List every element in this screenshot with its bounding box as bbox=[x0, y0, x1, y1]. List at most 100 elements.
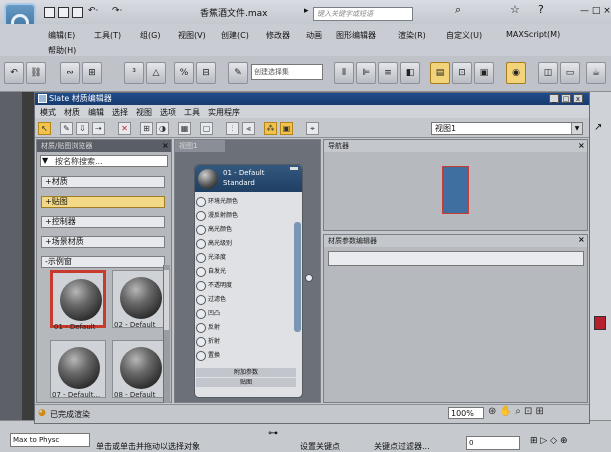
socket-icon[interactable] bbox=[196, 309, 206, 319]
layout-vertical-icon[interactable]: ⫶ bbox=[226, 122, 239, 135]
menu-rendering[interactable]: 渲染(R) bbox=[398, 30, 426, 41]
slot-self-illumination[interactable]: 自发光 bbox=[196, 266, 293, 277]
align-button[interactable]: ⊫ bbox=[356, 62, 376, 84]
slot-specular-color[interactable]: 高光颜色 bbox=[196, 224, 293, 235]
view-tab[interactable]: 视图1 bbox=[175, 140, 225, 152]
schematic-view-button[interactable]: ⊡ bbox=[452, 62, 472, 84]
selection-filter-button[interactable]: ⊞ bbox=[82, 62, 102, 84]
zoom-field[interactable]: 100% bbox=[448, 407, 484, 419]
move-children-icon[interactable]: ⊞ bbox=[140, 122, 153, 135]
category-controllers[interactable]: +控制器 bbox=[41, 216, 165, 228]
slot-reflection[interactable]: 反射 bbox=[196, 322, 293, 333]
sample-slot-08[interactable]: 08 - Default bbox=[112, 340, 168, 399]
key-filters-button[interactable]: 关键点过滤器... bbox=[374, 441, 430, 452]
slate-menu-utilities[interactable]: 实用程序 bbox=[208, 107, 240, 118]
sample-slot-01[interactable]: 01 - Default bbox=[50, 270, 106, 331]
socket-icon[interactable] bbox=[196, 197, 206, 207]
parameter-editor-icon[interactable]: ▣ bbox=[280, 122, 293, 135]
slate-menu-options[interactable]: 选项 bbox=[160, 107, 176, 118]
socket-icon[interactable] bbox=[196, 253, 206, 263]
new-file-icon[interactable] bbox=[44, 7, 55, 18]
category-maps[interactable]: +贴图 bbox=[41, 196, 165, 208]
slot-glossiness[interactable]: 光泽度 bbox=[196, 252, 293, 263]
assign-material-icon[interactable]: ⇢ bbox=[92, 122, 105, 135]
menu-animation[interactable]: 动画 bbox=[306, 30, 322, 41]
search-dropdown-icon[interactable]: ▼ bbox=[42, 156, 52, 166]
slot-diffuse[interactable]: 漫反射颜色 bbox=[196, 210, 293, 221]
slate-menu-select[interactable]: 选择 bbox=[112, 107, 128, 118]
binoculars-icon[interactable]: ⌕ bbox=[455, 3, 461, 17]
sample-slot-02[interactable]: 02 - Default bbox=[112, 270, 168, 329]
socket-icon[interactable] bbox=[196, 295, 206, 305]
navigator-viewport[interactable] bbox=[442, 166, 469, 214]
redo-icon[interactable]: ↷· bbox=[112, 6, 122, 16]
playback-controls[interactable]: ⊞ ▷ ◇ ⊕ bbox=[530, 436, 568, 446]
slot-bump[interactable]: 凹凸 bbox=[196, 308, 293, 319]
chevron-down-icon[interactable]: ▼ bbox=[571, 123, 582, 134]
star-icon[interactable]: ☆ bbox=[510, 3, 520, 16]
navigator-close-icon[interactable]: × bbox=[578, 141, 585, 150]
set-key-button[interactable]: 设置关键点 bbox=[300, 441, 340, 452]
named-selection-set-dropdown[interactable]: 创建选择集 bbox=[251, 64, 323, 80]
parameter-editor-close-icon[interactable]: × bbox=[578, 235, 585, 244]
material-editor-button[interactable]: ▣ bbox=[474, 62, 494, 84]
material-map-navigator-icon[interactable]: ⁂ bbox=[264, 122, 277, 135]
menu-customize[interactable]: 自定义(U) bbox=[446, 30, 482, 41]
snap-toggle-button[interactable]: ³ bbox=[124, 62, 144, 84]
rendered-frame-window-button[interactable]: ◫ bbox=[538, 62, 558, 84]
layer-manager-button[interactable]: ≡ bbox=[378, 62, 398, 84]
slot-opacity[interactable]: 不透明度 bbox=[196, 280, 293, 291]
curve-editor-button[interactable]: ▤ bbox=[430, 62, 450, 84]
window-controls[interactable]: — □ × bbox=[580, 6, 611, 16]
backlight-icon[interactable]: ▢ bbox=[200, 122, 213, 135]
color-swatch[interactable] bbox=[594, 316, 606, 330]
put-material-icon[interactable]: ⇩ bbox=[76, 122, 89, 135]
teapot-render-button[interactable]: ☕ bbox=[586, 62, 606, 84]
category-materials[interactable]: +材质 bbox=[41, 176, 165, 188]
menu-group[interactable]: 组(G) bbox=[140, 30, 160, 41]
edit-named-selection-button[interactable]: ✎ bbox=[228, 62, 248, 84]
slate-menu-material[interactable]: 材质 bbox=[64, 107, 80, 118]
spinner-snap-button[interactable]: ⊟ bbox=[196, 62, 216, 84]
slate-menu-tools[interactable]: 工具 bbox=[184, 107, 200, 118]
navigation-tools[interactable]: ⊛ ✋ ⌕ ⊡ ⊞ bbox=[488, 406, 544, 417]
menu-tools[interactable]: 工具(T) bbox=[94, 30, 121, 41]
pin-icon[interactable]: ↗ bbox=[594, 122, 608, 136]
menu-modifiers[interactable]: 修改器 bbox=[266, 30, 290, 41]
menu-maxscript[interactable]: MAXScript(M) bbox=[506, 30, 560, 39]
browser-search-input[interactable]: 按名称搜索... bbox=[40, 155, 168, 167]
menu-view[interactable]: 视图(V) bbox=[178, 30, 206, 41]
socket-icon[interactable] bbox=[196, 225, 206, 235]
slot-ambient[interactable]: 环境光颜色 bbox=[196, 196, 293, 207]
socket-icon[interactable] bbox=[196, 211, 206, 221]
save-file-icon[interactable] bbox=[72, 7, 83, 18]
socket-icon[interactable] bbox=[196, 239, 206, 249]
undo-icon[interactable]: ↶· bbox=[88, 6, 98, 16]
percent-snap-button[interactable]: % bbox=[174, 62, 194, 84]
menu-graph-editors[interactable]: 图形编辑器 bbox=[336, 30, 376, 41]
category-scene-materials[interactable]: +场景材质 bbox=[41, 236, 165, 248]
slot-specular-level[interactable]: 高光级别 bbox=[196, 238, 293, 249]
key-icon[interactable]: ⊶ bbox=[268, 428, 278, 439]
slate-menu-mode[interactable]: 模式 bbox=[40, 107, 56, 118]
select-tool-icon[interactable]: ↖ bbox=[38, 122, 51, 135]
maxscript-listener[interactable]: Max to Physc bbox=[10, 433, 90, 447]
pick-material-icon[interactable]: ✎ bbox=[60, 122, 73, 135]
socket-icon[interactable] bbox=[196, 323, 206, 333]
select-link-button[interactable]: ⛓ bbox=[26, 62, 46, 84]
background-icon[interactable]: ▦ bbox=[178, 122, 191, 135]
frame-field[interactable]: 0 bbox=[466, 436, 520, 450]
socket-icon[interactable] bbox=[196, 281, 206, 291]
minimize-button[interactable]: _ bbox=[549, 94, 559, 103]
parameter-name-field[interactable] bbox=[328, 251, 584, 266]
open-file-icon[interactable] bbox=[58, 7, 69, 18]
close-button[interactable]: x bbox=[573, 94, 583, 103]
search-input[interactable]: 键入关键字或短语 bbox=[313, 7, 413, 21]
menu-edit[interactable]: 编辑(E) bbox=[48, 30, 75, 41]
sample-slot-07[interactable]: 07 - Default... bbox=[50, 340, 106, 399]
slate-menu-view[interactable]: 视图 bbox=[136, 107, 152, 118]
angle-snap-button[interactable]: △ bbox=[146, 62, 166, 84]
socket-icon[interactable] bbox=[196, 337, 206, 347]
mirror-button[interactable]: ⫴ bbox=[334, 62, 354, 84]
browser-close-icon[interactable]: × bbox=[162, 141, 169, 150]
